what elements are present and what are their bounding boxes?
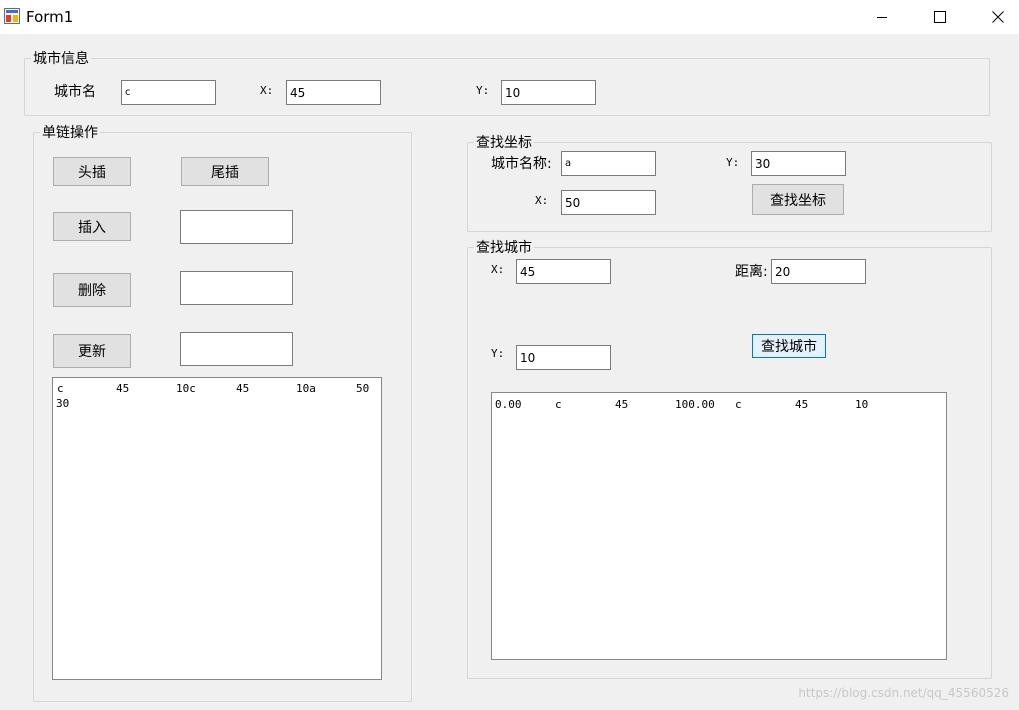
- result-cell: 10: [855, 398, 869, 411]
- title-bar: Form1: [0, 0, 1019, 34]
- window-title: Form1: [26, 8, 74, 26]
- result-cell: c: [555, 398, 562, 411]
- find-coord-group: 查找坐标: [467, 132, 992, 232]
- city-name-input[interactable]: [121, 80, 216, 105]
- close-icon: [992, 11, 1004, 23]
- result-cell: c: [735, 398, 742, 411]
- find-coord-x-label: X:: [535, 194, 549, 207]
- list-cell: c: [57, 382, 64, 395]
- find-city-legend: 查找城市: [476, 240, 532, 256]
- tail-insert-button[interactable]: 尾插: [181, 157, 269, 186]
- list-item[interactable]: 0.00 c 45 100.00 c 45 10: [492, 398, 946, 412]
- find-city-distance-input[interactable]: [771, 259, 866, 284]
- city-y-label: Y:: [476, 84, 490, 97]
- minimize-icon: [877, 17, 887, 18]
- city-x-label: X:: [260, 84, 274, 97]
- list-cell: 10a: [296, 382, 316, 395]
- insert-button[interactable]: 插入: [53, 212, 131, 241]
- city-info-legend: 城市信息: [33, 51, 89, 67]
- find-city-x-label: X:: [491, 263, 505, 276]
- app-icon: [4, 8, 20, 24]
- delete-button[interactable]: 删除: [53, 273, 131, 307]
- find-city-distance-label: 距离:: [735, 264, 768, 280]
- find-coord-x-input[interactable]: [561, 190, 656, 215]
- minimize-button[interactable]: [859, 0, 905, 34]
- find-city-y-label: Y:: [491, 347, 505, 360]
- close-button[interactable]: [975, 0, 1019, 34]
- update-input[interactable]: [180, 332, 293, 366]
- result-cell: 0.00: [495, 398, 522, 411]
- find-city-button[interactable]: 查找城市: [752, 334, 826, 358]
- list-cell: 50: [356, 382, 370, 395]
- list-ops-legend: 单链操作: [42, 125, 98, 141]
- city-y-input[interactable]: [501, 80, 596, 105]
- result-cell: 100.00: [675, 398, 715, 411]
- list-cell: 45: [116, 382, 130, 395]
- list-item[interactable]: 30: [53, 397, 381, 411]
- maximize-icon: [934, 11, 946, 23]
- watermark: https://blog.csdn.net/qq_45560526: [798, 686, 1009, 700]
- delete-input[interactable]: [180, 271, 293, 305]
- result-cell: 45: [795, 398, 809, 411]
- find-city-y-input[interactable]: [516, 345, 611, 370]
- find-city-result-box[interactable]: 0.00 c 45 100.00 c 45 10: [491, 392, 947, 660]
- find-coord-legend: 查找坐标: [476, 135, 532, 151]
- list-cell: 45: [236, 382, 250, 395]
- find-coord-button[interactable]: 查找坐标: [752, 184, 844, 215]
- find-coord-y-label: Y:: [726, 156, 740, 169]
- find-coord-name-input[interactable]: [561, 151, 656, 176]
- city-name-label: 城市名: [54, 84, 96, 100]
- find-coord-name-label: 城市名称:: [491, 156, 552, 172]
- result-cell: 45: [615, 398, 629, 411]
- city-list-box[interactable]: c 45 10c 45 10a 50 30: [52, 377, 382, 680]
- update-button[interactable]: 更新: [53, 334, 131, 368]
- head-insert-button[interactable]: 头插: [53, 157, 131, 186]
- insert-input[interactable]: [180, 210, 293, 244]
- maximize-button[interactable]: [917, 0, 963, 34]
- list-item[interactable]: c 45 10c 45 10a 50: [53, 382, 381, 396]
- find-coord-y-input[interactable]: [751, 151, 846, 176]
- list-cell: 30: [56, 397, 70, 410]
- list-cell: 10c: [176, 382, 196, 395]
- find-city-x-input[interactable]: [516, 259, 611, 284]
- city-x-input[interactable]: [286, 80, 381, 105]
